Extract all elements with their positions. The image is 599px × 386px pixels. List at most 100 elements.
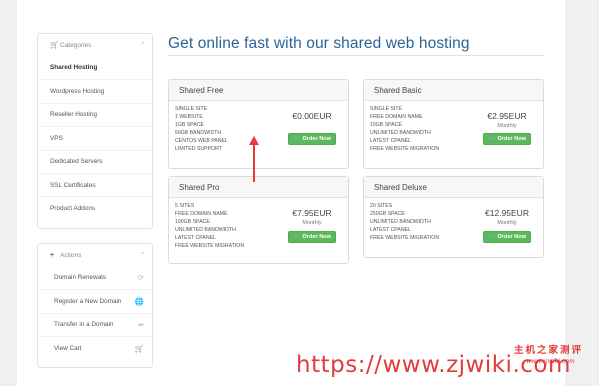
product-card-shared-pro: Shared Pro 5 SITES FREE DOMAIN NAME 100G… <box>168 176 349 264</box>
category-item-reseller-hosting[interactable]: Reseller Hosting <box>38 102 152 126</box>
order-now-label: Order Now <box>302 136 332 142</box>
action-label: Register a New Domain <box>54 298 122 306</box>
action-label: Transfer in a Domain <box>54 321 114 329</box>
plus-icon: + <box>50 251 55 259</box>
chevron-up-icon[interactable]: ⌃ <box>140 251 146 259</box>
action-item-view-cart[interactable]: View Cart 🛒 <box>38 336 152 359</box>
feature-line: FREE DOMAIN NAME <box>175 211 228 218</box>
feature-line: 10GB SPACE <box>370 122 402 129</box>
page-title: Get online fast with our shared web host… <box>168 35 470 52</box>
cart-icon: 🛒 <box>487 234 496 241</box>
watermark-logo: 主机之家测评 www.zjwiki.com <box>514 342 599 372</box>
cart-icon: 🛒 <box>134 343 144 353</box>
feature-line: SINGLE SITE <box>370 106 402 112</box>
feature-line: UNLIMITED BANDWIDTH <box>175 227 236 234</box>
order-now-label: Order Now <box>497 136 527 142</box>
feature-line: UNLIMITED BANDWIDTH <box>370 219 431 226</box>
annotation-arrow-shaft <box>253 143 255 182</box>
right-scroll-gutter <box>565 0 599 386</box>
billing-period: Monthly <box>302 220 322 226</box>
feature-line: LATEST CPANEL <box>370 227 411 234</box>
actions-panel-header[interactable]: + Actions ⌃ <box>38 244 152 266</box>
feature-line: UNLIMITED BANDWIDTH <box>370 130 431 137</box>
action-item-register-domain[interactable]: Register a New Domain 🌐 <box>38 289 152 312</box>
feature-line: 50GB BANDWIDTH <box>175 130 222 137</box>
billing-period: Monthly <box>497 220 517 226</box>
refresh-icon: ⟳ <box>137 273 144 283</box>
feature-line: FREE WEBSITE MIGRATION <box>370 146 440 153</box>
product-name: Shared Basic <box>364 80 543 101</box>
billing-period: Monthly <box>497 123 517 129</box>
cart-icon: 🛒 <box>487 136 496 143</box>
product-features: 20 SITES 250GB SPACE UNLIMITED BANDWIDTH… <box>370 202 439 242</box>
category-item-dedicated-servers[interactable]: Dedicated Servers <box>38 149 152 173</box>
category-item-shared-hosting[interactable]: Shared Hosting <box>38 56 152 79</box>
product-features: SINGLE SITE 1 WEBSITE 1GB SPACE 50GB BAN… <box>175 105 228 154</box>
actions-title: Actions <box>60 251 82 259</box>
category-label: SSL Certificates <box>50 181 96 189</box>
product-card-shared-free: Shared Free SINGLE SITE 1 WEBSITE 1GB SP… <box>168 79 349 169</box>
product-name: Shared Deluxe <box>364 177 543 198</box>
category-label: VPS <box>50 134 63 142</box>
feature-line: 1GB SPACE <box>175 122 205 129</box>
product-name: Shared Free <box>169 80 348 101</box>
order-now-button[interactable]: 🛒 Order Now <box>288 231 336 243</box>
categories-panel-header[interactable]: 🛒 Categories ⌃ <box>38 34 152 56</box>
shopping-cart-icon: 🛒 <box>50 42 59 49</box>
categories-panel: 🛒 Categories ⌃ Shared Hosting Wordpress … <box>37 33 153 229</box>
product-price: €12.95EUR <box>485 208 529 218</box>
order-now-button[interactable]: 🛒 Order Now <box>288 133 336 145</box>
category-label: Shared Hosting <box>50 64 98 72</box>
price-box: €7.95EUR Monthly <box>287 208 337 226</box>
price-box: €2.95EUR Monthly <box>482 111 532 129</box>
product-features: 5 SITES FREE DOMAIN NAME 100GB SPACE UNL… <box>175 202 244 251</box>
category-label: Product Addons <box>50 205 96 213</box>
product-features: SINGLE SITE FREE DOMAIN NAME 10GB SPACE … <box>370 105 439 154</box>
price-box: €0.00EUR <box>287 111 337 121</box>
product-name: Shared Pro <box>169 177 348 198</box>
order-now-label: Order Now <box>302 234 332 240</box>
feature-line: 100GB SPACE <box>175 219 210 226</box>
product-card-shared-basic: Shared Basic SINGLE SITE FREE DOMAIN NAM… <box>363 79 544 169</box>
feature-line: FREE WEBSITE MIGRATION <box>370 235 440 242</box>
annotation-arrow-head-icon <box>249 136 259 145</box>
actions-panel: + Actions ⌃ Domain Renewals ⟳ Register a… <box>37 243 153 368</box>
product-price: €2.95EUR <box>487 111 527 121</box>
product-card-shared-deluxe: Shared Deluxe 20 SITES 250GB SPACE UNLIM… <box>363 176 544 258</box>
category-item-ssl-certificates[interactable]: SSL Certificates <box>38 172 152 196</box>
feature-line: 20 SITES <box>370 203 393 209</box>
action-item-transfer-domain[interactable]: Transfer in a Domain ➦ <box>38 312 152 336</box>
order-now-button[interactable]: 🛒 Order Now <box>483 231 531 243</box>
product-price: €7.95EUR <box>292 208 332 218</box>
feature-line: LATEST CPANEL <box>175 235 216 242</box>
category-item-product-addons[interactable]: Product Addons <box>38 196 152 219</box>
globe-icon: 🌐 <box>134 297 144 307</box>
cart-icon: 🛒 <box>292 234 301 241</box>
feature-line: LIMITED SUPPORT <box>175 146 222 153</box>
action-label: View Cart <box>54 344 82 352</box>
feature-line: LATEST CPANEL <box>370 138 411 145</box>
feature-line: 1 WEBSITE <box>175 114 203 121</box>
product-price: €0.00EUR <box>292 111 332 121</box>
action-item-domain-renewals[interactable]: Domain Renewals ⟳ <box>38 266 152 289</box>
heading-divider <box>168 55 544 56</box>
category-label: Wordpress Hosting <box>50 88 105 96</box>
price-box: €12.95EUR Monthly <box>482 208 532 226</box>
category-label: Reseller Hosting <box>50 111 97 119</box>
order-now-button[interactable]: 🛒 Order Now <box>483 133 531 145</box>
watermark-logo-text: 主机之家测评 <box>514 345 584 356</box>
feature-line: FREE DOMAIN NAME <box>370 114 423 121</box>
category-label: Dedicated Servers <box>50 158 103 166</box>
category-item-vps[interactable]: VPS <box>38 126 152 149</box>
feature-line: CENTOS WEB PANEL <box>175 138 228 145</box>
feature-line: 5 SITES <box>175 203 195 209</box>
feature-line: FREE WEBSITE MIGRATION <box>175 243 245 250</box>
feature-line: SINGLE SITE <box>175 106 207 112</box>
categories-title: Categories <box>60 41 92 49</box>
chevron-up-icon[interactable]: ⌃ <box>140 41 146 49</box>
category-item-wordpress-hosting[interactable]: Wordpress Hosting <box>38 79 152 102</box>
cart-icon: 🛒 <box>292 136 301 143</box>
order-now-label: Order Now <box>497 234 527 240</box>
action-label: Domain Renewals <box>54 274 106 282</box>
share-icon: ➦ <box>137 320 144 330</box>
